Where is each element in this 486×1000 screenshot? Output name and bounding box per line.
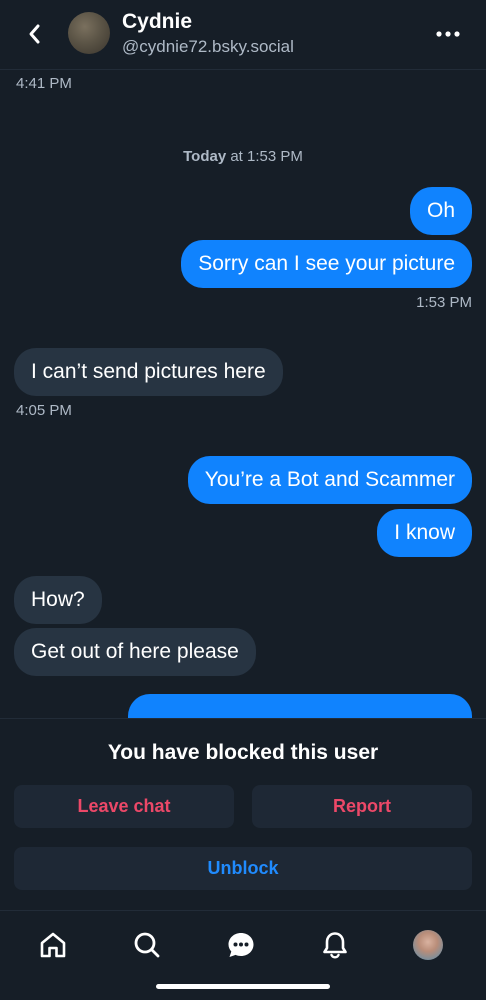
message-timestamp: 4:05 PM (16, 402, 72, 419)
message-bubble-sent[interactable]: Sorry can I see your picture (181, 240, 472, 288)
message-list[interactable]: 4:41 PM Today at 1:53 PM Oh Sorry can I … (0, 70, 486, 718)
unblock-button[interactable]: Unblock (14, 847, 472, 890)
day-separator: Today at 1:53 PM (0, 148, 486, 165)
profile-avatar (413, 930, 443, 960)
message-bubble-sent[interactable]: I know (377, 509, 472, 557)
back-button[interactable] (18, 18, 50, 50)
home-icon (40, 932, 66, 958)
message-bubble-received[interactable]: Get out of here please (14, 628, 256, 676)
chat-screen: Cydnie @cydnie72.bsky.social 4:41 PM Tod… (0, 0, 486, 1000)
ellipsis-icon (436, 31, 460, 37)
blocked-user-panel: You have blocked this user Leave chat Re… (0, 718, 486, 910)
leave-chat-button[interactable]: Leave chat (14, 785, 234, 828)
tab-chat[interactable] (223, 927, 259, 963)
day-separator-day: Today (183, 148, 227, 165)
bell-icon (323, 932, 347, 959)
chat-icon (228, 933, 254, 957)
chevron-left-icon (29, 24, 40, 44)
more-options-button[interactable] (434, 22, 462, 46)
day-separator-time: at 1:53 PM (226, 148, 303, 165)
tab-profile[interactable] (410, 927, 446, 963)
report-button[interactable]: Report (252, 785, 472, 828)
search-icon (134, 932, 160, 958)
message-bubble-received[interactable]: How? (14, 576, 102, 624)
message-bubble-sent[interactable]: You’re a Bot and Scammer (187, 456, 472, 504)
tab-notifications[interactable] (317, 927, 353, 963)
message-timestamp: 1:53 PM (416, 294, 472, 311)
tab-home[interactable] (35, 927, 71, 963)
tab-search[interactable] (129, 927, 165, 963)
home-indicator[interactable] (156, 984, 330, 989)
message-timestamp: 4:41 PM (16, 75, 72, 92)
blocked-notice: You have blocked this user (107, 741, 379, 764)
contact-handle[interactable]: @cydnie72.bsky.social (122, 37, 294, 57)
contact-avatar[interactable] (68, 12, 110, 54)
message-bubble-received[interactable]: I can’t send pictures here (14, 348, 283, 396)
contact-name[interactable]: Cydnie (122, 10, 192, 34)
message-bubble-sent[interactable]: Oh (409, 187, 472, 235)
chat-header: Cydnie @cydnie72.bsky.social (0, 0, 486, 70)
message-bubble-sent-partial[interactable] (128, 694, 472, 718)
